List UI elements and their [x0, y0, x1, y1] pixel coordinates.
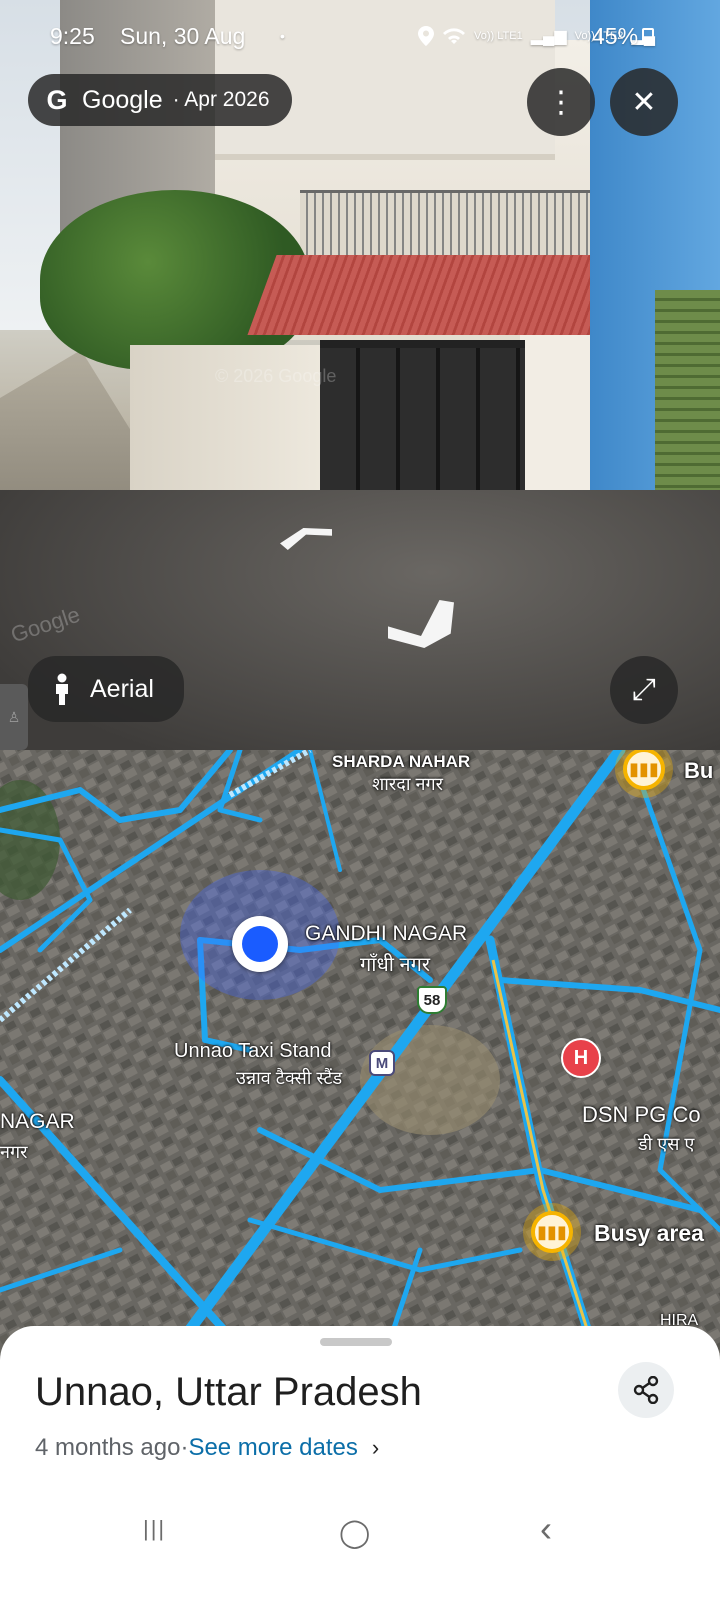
see-more-dates-link[interactable]: See more dates [188, 1434, 357, 1462]
more-vert-icon: ⋮ [546, 85, 576, 119]
hospital-marker-icon[interactable]: H [561, 1038, 601, 1078]
close-button[interactable]: ✕ [610, 68, 678, 136]
map-label-nagar-en: NAGAR [0, 1110, 75, 1133]
pegman-icon [56, 673, 68, 705]
street-view-panel[interactable]: © 2026 Google Google 9:25 Sun, 30 Aug • … [0, 0, 720, 765]
map-label-busy-area[interactable]: Busy area [594, 1220, 704, 1247]
metro-station-icon[interactable]: M [369, 1050, 395, 1076]
signal-icon-1: ▂▄▆ [530, 28, 567, 45]
status-date: Sun, 30 Aug [120, 22, 246, 49]
place-bottom-sheet[interactable]: Unnao, Uttar Pradesh 4 months ago · See … [0, 1326, 720, 1600]
more-options-button[interactable]: ⋮ [527, 68, 595, 136]
metro-letter: M [375, 1054, 389, 1072]
home-button[interactable]: ◯ [339, 1516, 370, 1549]
current-location-marker[interactable] [232, 916, 288, 972]
map-label-sharda-en: SHARDA NAHAR [332, 752, 471, 771]
imagery-date-line: 4 months ago · See more dates › [35, 1434, 379, 1462]
imagery-age: 4 months ago [35, 1434, 181, 1461]
aerial-label: Aerial [90, 674, 154, 703]
highway-number: 58 [423, 991, 441, 1009]
road [0, 490, 720, 765]
back-button[interactable]: ‹ [540, 1508, 552, 1550]
expand-button[interactable]: ⤢ [610, 656, 678, 724]
map-label-bu: Bu [684, 758, 714, 783]
map-label-gandhi-en: GANDHI NAGAR [305, 922, 468, 945]
expand-icon: ⤢ [632, 673, 656, 706]
map-roads [0, 750, 720, 1370]
imagery-date: · Apr 2026 [172, 88, 270, 111]
close-icon: ✕ [631, 85, 657, 119]
map-label-nagar-hi: नगर [0, 1142, 28, 1162]
map-label-sharda-hi: शारदा नगर [372, 774, 443, 794]
status-bar: 9:25 Sun, 30 Aug • Vo)) LTE1 ▂▄▆ Vo)) LT… [0, 20, 720, 52]
bar-chart-icon: ▮▮▮ [629, 758, 659, 779]
pegman-side-tab[interactable]: ♙ [0, 684, 28, 750]
share-button[interactable] [618, 1362, 674, 1418]
location-icon [418, 26, 434, 46]
busy-area-icon[interactable]: ▮▮▮ [531, 1211, 573, 1253]
red-awning [247, 255, 622, 335]
balcony-railing [300, 190, 600, 260]
aerial-toggle-button[interactable]: Aerial [28, 656, 184, 722]
map-label-dsn-hi: डी एस ए [638, 1134, 695, 1154]
battery-icon [642, 28, 655, 44]
chevron-right-icon[interactable]: › [372, 1435, 379, 1461]
google-g-icon: G [46, 84, 68, 115]
battery: 45% [592, 22, 655, 50]
map-label-gandhi-hi: गाँधी नगर [360, 954, 431, 976]
busy-area-icon-top[interactable]: ▮▮▮ [623, 750, 665, 790]
lte1-label: Vo)) LTE1 [474, 29, 523, 42]
map-label-taxi-hi: उन्नाव टैक्सी स्टैंड [236, 1068, 343, 1088]
share-icon [633, 1376, 659, 1404]
place-title: Unnao, Uttar Pradesh [35, 1370, 422, 1414]
recents-button[interactable]: ||| [143, 1516, 166, 1542]
bar-chart-icon: ▮▮▮ [537, 1221, 567, 1242]
sheet-drag-handle[interactable] [320, 1338, 392, 1346]
system-nav-bar: ||| ◯ ‹ [0, 1506, 720, 1566]
wifi-icon [443, 28, 465, 44]
map-label-dsn-en[interactable]: DSN PG Co [582, 1102, 701, 1128]
watermark-copyright: © 2026 Google [215, 366, 337, 386]
map-label-taxi-en[interactable]: Unnao Taxi Stand [174, 1040, 332, 1063]
imagery-date-pill[interactable]: G Google · Apr 2026 [28, 74, 292, 126]
pegman-small-icon: ♙ [7, 708, 21, 725]
status-time: 9:25 [50, 22, 95, 49]
separator: · [180, 1434, 189, 1461]
highway-shield: 58 [417, 986, 447, 1014]
battery-percent: 45% [592, 22, 639, 49]
hospital-letter: H [573, 1046, 589, 1069]
status-dot: • [280, 28, 285, 44]
google-brand: Google [82, 85, 163, 114]
map-panel[interactable]: SHARDA NAHAR शारदा नगर GANDHI NAGAR गाँध… [0, 750, 720, 1370]
